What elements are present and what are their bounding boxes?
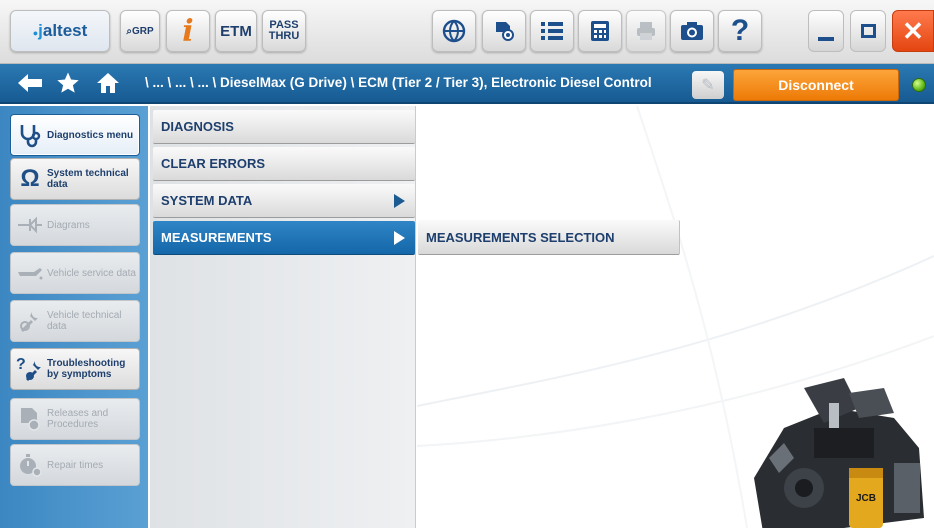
- sidebar-item-label: Troubleshooting by symptoms: [47, 358, 126, 380]
- document-gear-svg: [21, 408, 40, 431]
- help-button[interactable]: ?: [718, 10, 762, 52]
- minimize-button[interactable]: [808, 10, 844, 52]
- sidebar-item-diagnostics-menu[interactable]: Diagnostics menu: [10, 114, 140, 156]
- list-button[interactable]: [530, 10, 574, 52]
- sidebar-item-repair-times[interactable]: Repair times: [10, 444, 140, 486]
- sidebar-item-label: System technical data: [47, 168, 129, 190]
- view-icon: [496, 22, 514, 41]
- sidebar-item-system-technical-data[interactable]: Ω System technical data: [10, 158, 140, 200]
- menu-item-label: CLEAR ERRORS: [161, 156, 266, 171]
- menu-item-label: MEASUREMENTS: [161, 230, 272, 245]
- disconnect-button[interactable]: Disconnect: [733, 69, 899, 101]
- calculator-icon: [591, 21, 609, 41]
- engine-image: JCB: [754, 378, 924, 528]
- back-arrow-svg: [18, 74, 42, 92]
- document-gear-icon: [15, 404, 45, 434]
- stethoscope-icon: [15, 120, 45, 150]
- troubleshooting-icon: ?: [15, 354, 45, 384]
- calculator-button[interactable]: [578, 10, 622, 52]
- help-icon: ?: [730, 14, 750, 47]
- home-icon[interactable]: [96, 71, 120, 101]
- globe-icon: [442, 19, 466, 43]
- back-arrow-icon[interactable]: [16, 71, 44, 101]
- app-window: ●jaltest ⌕GRP i ETM PASS THRU ? ✕ \ ... …: [0, 0, 934, 528]
- thru-label: THRU: [268, 30, 300, 42]
- menu-item-label: DIAGNOSIS: [161, 119, 234, 134]
- print-button[interactable]: [626, 10, 666, 52]
- wrench-gear-icon: [15, 306, 45, 336]
- svg-text:?: ?: [16, 356, 26, 373]
- diagram-svg: [18, 216, 42, 234]
- favorites-star-icon[interactable]: [56, 71, 80, 101]
- globe-button[interactable]: [432, 10, 476, 52]
- sidebar-item-vehicle-service-data[interactable]: Vehicle service data: [10, 252, 140, 294]
- logo-name: altest: [42, 21, 88, 40]
- logo-text: ●jaltest: [33, 21, 88, 41]
- top-toolbar: ●jaltest ⌕GRP i ETM PASS THRU ? ✕: [0, 0, 934, 64]
- menu-item-diagnosis[interactable]: DIAGNOSIS: [153, 110, 415, 144]
- wrench-gear-svg: [20, 312, 38, 332]
- pencil-icon: ✎: [701, 77, 715, 94]
- minimize-icon: [818, 37, 834, 41]
- submenu-item-label: MEASUREMENTS SELECTION: [426, 229, 615, 245]
- svg-text:JCB: JCB: [856, 493, 876, 504]
- etm-label: ETM: [220, 22, 252, 40]
- menu-item-clear-errors[interactable]: CLEAR ERRORS: [153, 147, 415, 181]
- troubleshooting-svg: ?: [16, 356, 41, 381]
- view-button[interactable]: [482, 10, 526, 52]
- stopwatch-tools-svg: [20, 454, 42, 477]
- oil-can-svg: [18, 268, 43, 280]
- close-icon: ✕: [902, 15, 924, 46]
- diagnosis-menu: DIAGNOSIS CLEAR ERRORS SYSTEM DATA MEASU…: [150, 106, 416, 528]
- close-button[interactable]: ✕: [892, 10, 934, 52]
- stethoscope-svg: [20, 125, 41, 148]
- star-svg: [57, 72, 79, 93]
- stopwatch-tools-icon: [15, 450, 45, 480]
- list-icon: [541, 22, 563, 40]
- etm-button[interactable]: ETM: [215, 10, 257, 52]
- camera-button[interactable]: [670, 10, 714, 52]
- diagram-icon: [15, 210, 45, 240]
- sidebar-item-diagrams[interactable]: Diagrams: [10, 204, 140, 246]
- home-svg: [97, 73, 119, 93]
- edit-button[interactable]: ✎: [692, 71, 724, 99]
- sidebar-item-label: Vehicle service data: [47, 267, 136, 279]
- submenu-arrow-icon: [394, 194, 405, 208]
- menu-item-measurements[interactable]: MEASUREMENTS: [153, 221, 415, 255]
- info-icon: i: [182, 13, 194, 49]
- print-icon: [637, 22, 655, 40]
- menu-item-label: SYSTEM DATA: [161, 193, 253, 208]
- info-button[interactable]: i: [166, 10, 210, 52]
- navigation-bar: \ ... \ ... \ ... \ DieselMax (G Drive) …: [0, 64, 934, 104]
- sidebar-item-troubleshooting[interactable]: ? Troubleshooting by symptoms: [10, 348, 140, 390]
- submenu-measurements-selection[interactable]: MEASUREMENTS SELECTION: [418, 220, 680, 255]
- sidebar-item-label: Releases and Procedures: [47, 408, 109, 430]
- camera-icon: [681, 22, 703, 40]
- sidebar-item-label: Vehicle technical data: [47, 310, 122, 332]
- sidebar-item-label: Repair times: [47, 459, 104, 471]
- sidebar-item-label: Diagnostics menu: [47, 129, 134, 141]
- group-search-label: ⌕GRP: [126, 26, 153, 37]
- sidebar: Diagnostics menu Ω System technical data…: [0, 106, 148, 528]
- grp-text: GRP: [131, 25, 154, 37]
- group-search-button[interactable]: ⌕GRP: [120, 10, 160, 52]
- breadcrumb: \ ... \ ... \ ... \ DieselMax (G Drive) …: [145, 75, 652, 90]
- jaltest-logo[interactable]: ●jaltest: [10, 10, 110, 52]
- oil-can-icon: [15, 258, 45, 288]
- connection-status-icon: [912, 78, 926, 92]
- sidebar-item-releases-procedures[interactable]: Releases and Procedures: [10, 398, 140, 440]
- pass-thru-button[interactable]: PASS THRU: [262, 10, 306, 52]
- sidebar-item-vehicle-technical-data[interactable]: Vehicle technical data: [10, 300, 140, 342]
- maximize-button[interactable]: [850, 10, 886, 52]
- pass-thru-label: PASS THRU: [269, 20, 300, 42]
- submenu-arrow-icon: [394, 231, 405, 245]
- content-area: JCB: [417, 106, 934, 528]
- menu-item-system-data[interactable]: SYSTEM DATA: [153, 184, 415, 218]
- sidebar-item-label: Diagrams: [47, 219, 90, 231]
- omega-icon: Ω: [20, 165, 40, 192]
- maximize-icon: [860, 24, 876, 38]
